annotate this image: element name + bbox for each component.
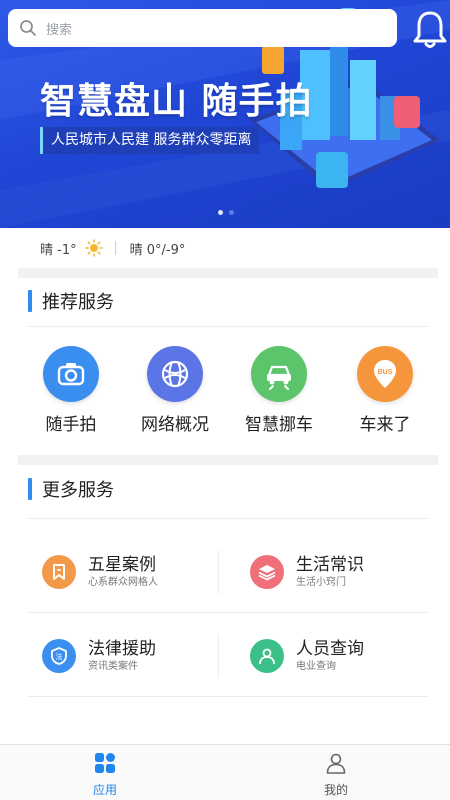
tab-profile[interactable]: 我的 bbox=[306, 751, 366, 798]
carousel-dot-2 bbox=[229, 210, 234, 215]
service-label: 随手拍 bbox=[45, 415, 97, 435]
service-life-tips[interactable]: 生活常识 生活小窍门 bbox=[250, 548, 440, 596]
car-move-icon bbox=[251, 346, 307, 402]
bookmark-icon bbox=[42, 555, 76, 589]
service-five-star-cases[interactable]: 五星案例 心系群众网格人 bbox=[42, 548, 232, 596]
grid-row-divider bbox=[28, 696, 428, 697]
grid-divider bbox=[218, 634, 219, 678]
layers-icon bbox=[250, 555, 284, 589]
law-shield-icon: 法 bbox=[42, 639, 76, 673]
recommended-section-title: 推荐服务 bbox=[28, 288, 114, 314]
section-divider bbox=[18, 268, 438, 278]
bus-pin-icon: BUS bbox=[357, 346, 413, 402]
svg-text:BUS: BUS bbox=[378, 369, 393, 376]
service-subtitle: 资讯类案件 bbox=[88, 661, 138, 672]
banner-headline: 智慧盘山 随手拍 bbox=[40, 81, 313, 122]
service-network[interactable]: 网络概况 bbox=[125, 346, 225, 435]
service-title: 生活常识 bbox=[296, 555, 364, 575]
banner-carousel[interactable]: 搜索 智慧盘山 随手拍 人民城市人民建 服务群众零距离 bbox=[0, 0, 450, 228]
grid-row-divider bbox=[28, 612, 428, 613]
svg-text:法: 法 bbox=[56, 652, 63, 661]
carousel-dot-1 bbox=[218, 210, 223, 215]
search-placeholder: 搜索 bbox=[46, 22, 73, 38]
service-legal-aid[interactable]: 法 法律援助 资讯类案件 bbox=[42, 632, 232, 680]
weather-forecast: 晴 0°/-9° bbox=[129, 242, 186, 258]
banner-subline: 人民城市人民建 服务群众零距离 bbox=[40, 127, 260, 154]
weather-divider bbox=[114, 241, 116, 255]
weather-current: 晴 -1° bbox=[40, 242, 77, 258]
service-subtitle: 电业查询 bbox=[296, 661, 336, 672]
camera-icon bbox=[43, 346, 99, 402]
section-divider bbox=[18, 455, 438, 465]
service-title: 五星案例 bbox=[88, 555, 156, 575]
service-title: 人员查询 bbox=[296, 639, 364, 659]
service-person-query[interactable]: 人员查询 电业查询 bbox=[250, 632, 440, 680]
section-divider-line bbox=[28, 326, 428, 327]
recommended-services: 随手拍 网络概况 智慧挪车 BUS 车来了 bbox=[28, 346, 428, 436]
service-label: 网络概况 bbox=[141, 415, 209, 435]
title-accent-bar bbox=[28, 290, 32, 312]
title-accent-bar bbox=[28, 478, 32, 500]
service-title: 法律援助 bbox=[88, 639, 156, 659]
service-label: 车来了 bbox=[359, 415, 411, 435]
search-icon bbox=[20, 20, 36, 36]
tab-label: 我的 bbox=[323, 783, 348, 797]
profile-icon bbox=[326, 753, 346, 774]
search-bar[interactable]: 搜索 bbox=[8, 9, 397, 47]
service-camera[interactable]: 随手拍 bbox=[21, 346, 121, 435]
person-search-icon bbox=[250, 639, 284, 673]
more-section-title: 更多服务 bbox=[28, 476, 114, 502]
bottom-tab-bar: 应用 我的 bbox=[0, 744, 450, 800]
service-subtitle: 生活小窍门 bbox=[296, 577, 346, 588]
bell-icon[interactable] bbox=[410, 8, 450, 52]
sun-icon bbox=[84, 239, 103, 257]
carousel-indicator bbox=[218, 210, 234, 215]
globe-icon bbox=[147, 346, 203, 402]
apps-icon bbox=[95, 753, 115, 773]
service-car-move[interactable]: 智慧挪车 bbox=[229, 346, 329, 435]
service-label: 智慧挪车 bbox=[245, 415, 313, 435]
section-divider-line bbox=[28, 518, 428, 519]
grid-divider bbox=[218, 550, 219, 594]
weather-bar: 晴 -1° 晴 0°/-9° bbox=[18, 228, 438, 268]
tab-apps[interactable]: 应用 bbox=[75, 751, 135, 798]
service-bus[interactable]: BUS 车来了 bbox=[335, 346, 435, 435]
tab-label: 应用 bbox=[92, 783, 117, 797]
service-subtitle: 心系群众网格人 bbox=[88, 577, 158, 588]
